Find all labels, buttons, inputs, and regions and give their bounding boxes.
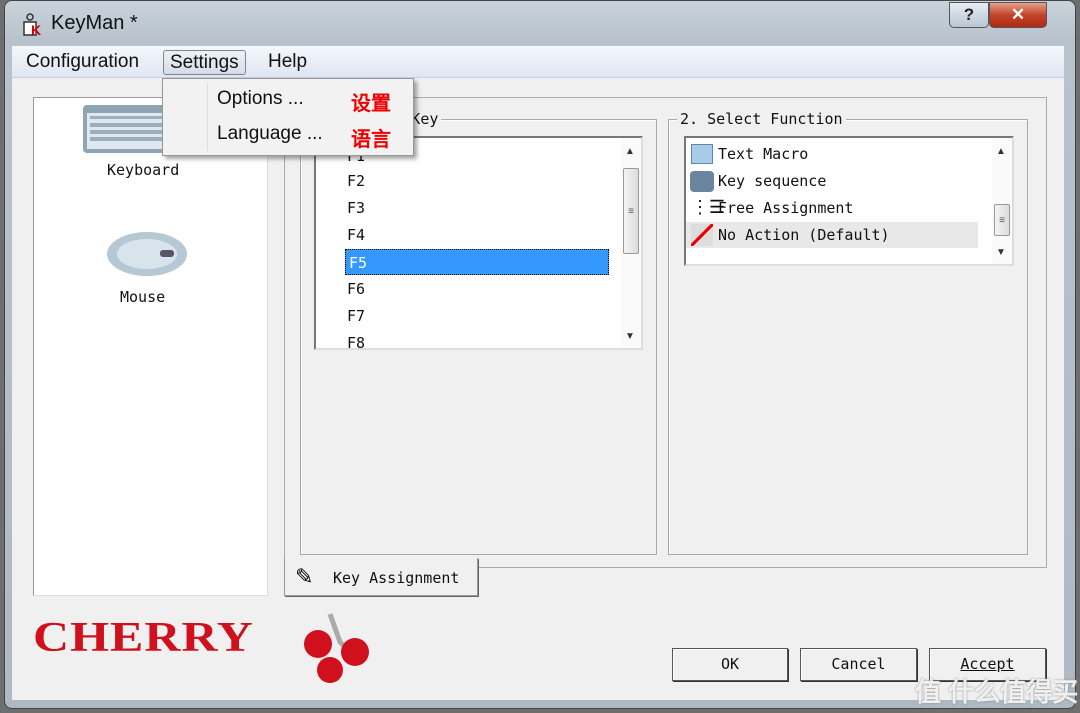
- menu-bar: Configuration Settings Help: [12, 46, 1064, 78]
- keyboard-icon[interactable]: [82, 104, 170, 154]
- mouse-icon[interactable]: [104, 228, 190, 280]
- menu-item-language[interactable]: Language ...: [217, 123, 323, 145]
- function-listbox[interactable]: Text Macro Key sequence ⋮☰ Free Assignmen…: [684, 136, 1014, 266]
- scroll-up-arrow-icon[interactable]: ▲: [625, 146, 635, 157]
- scroll-up-arrow-icon[interactable]: ▲: [996, 146, 1006, 157]
- list-item[interactable]: F8: [344, 330, 365, 348]
- language-annotation: 语言: [351, 129, 391, 151]
- cherry-logo-icon: [304, 613, 369, 683]
- scroll-down-arrow-icon[interactable]: ▼: [625, 331, 635, 342]
- list-item[interactable]: ⋮☰ Free Assignment: [686, 195, 853, 221]
- ok-button[interactable]: OK: [672, 648, 788, 681]
- item-label: Key sequence: [718, 172, 827, 190]
- menu-help[interactable]: Help: [262, 50, 313, 75]
- menu-item-options[interactable]: Options ...: [217, 88, 304, 110]
- select-function-label: 2. Select Function: [677, 110, 846, 128]
- settings-dropdown: Options ... 设置 Language ... 语言: [162, 78, 414, 156]
- menu-settings[interactable]: Settings: [163, 50, 246, 75]
- device-keyboard-label[interactable]: Keyboard: [107, 161, 179, 179]
- list-item[interactable]: Text Macro: [686, 141, 808, 167]
- list-item[interactable]: Key sequence: [686, 168, 826, 194]
- list-item[interactable]: F2: [344, 168, 365, 194]
- window-title: KeyMan *: [51, 12, 138, 34]
- help-button[interactable]: ?: [949, 2, 989, 28]
- key-list-scrollbar[interactable]: ▲ ≡ ▼: [621, 138, 641, 348]
- list-item-selected[interactable]: No Action (Default): [686, 222, 978, 248]
- tab-label: Key Assignment: [333, 569, 460, 587]
- list-item[interactable]: F3: [344, 195, 365, 221]
- list-item-selected[interactable]: F5: [345, 249, 609, 275]
- close-button[interactable]: ✕: [989, 2, 1047, 28]
- scroll-down-arrow-icon[interactable]: ▼: [996, 247, 1006, 258]
- menu-configuration[interactable]: Configuration: [20, 50, 145, 75]
- item-label: Free Assignment: [718, 199, 854, 217]
- watermark: 值 什么值得买: [915, 677, 1079, 707]
- key-assignment-icon: ✎: [295, 564, 314, 589]
- list-item[interactable]: F7: [344, 303, 365, 329]
- tab-key-assignment[interactable]: ✎ Key Assignment: [284, 558, 478, 596]
- key-sequence-icon: [690, 171, 714, 192]
- svg-text:K: K: [31, 22, 41, 37]
- item-label: No Action (Default): [718, 226, 890, 244]
- app-icon: K: [23, 13, 41, 37]
- list-item[interactable]: F6: [344, 276, 365, 302]
- list-item[interactable]: F4: [344, 222, 365, 248]
- key-listbox[interactable]: F1 F2 F3 F4 F5 F6 F7 F8 ▲ ≡ ▼: [314, 136, 643, 350]
- function-list-scrollbar[interactable]: ▲ ≡ ▼: [992, 138, 1012, 264]
- no-action-icon: [691, 224, 713, 246]
- item-label: Text Macro: [718, 145, 809, 163]
- scroll-thumb[interactable]: ≡: [623, 168, 639, 254]
- scroll-thumb[interactable]: ≡: [994, 204, 1010, 236]
- options-annotation: 设置: [351, 93, 391, 115]
- cherry-logo: CHERRY: [33, 612, 254, 661]
- menu-gutter-divider: [207, 83, 208, 151]
- device-mouse-label[interactable]: Mouse: [120, 288, 165, 306]
- cancel-button[interactable]: Cancel: [800, 648, 917, 681]
- pencil-icon: [691, 144, 713, 164]
- list-icon: ⋮☰: [691, 197, 726, 218]
- device-panel: Keyboard Mouse: [33, 97, 268, 596]
